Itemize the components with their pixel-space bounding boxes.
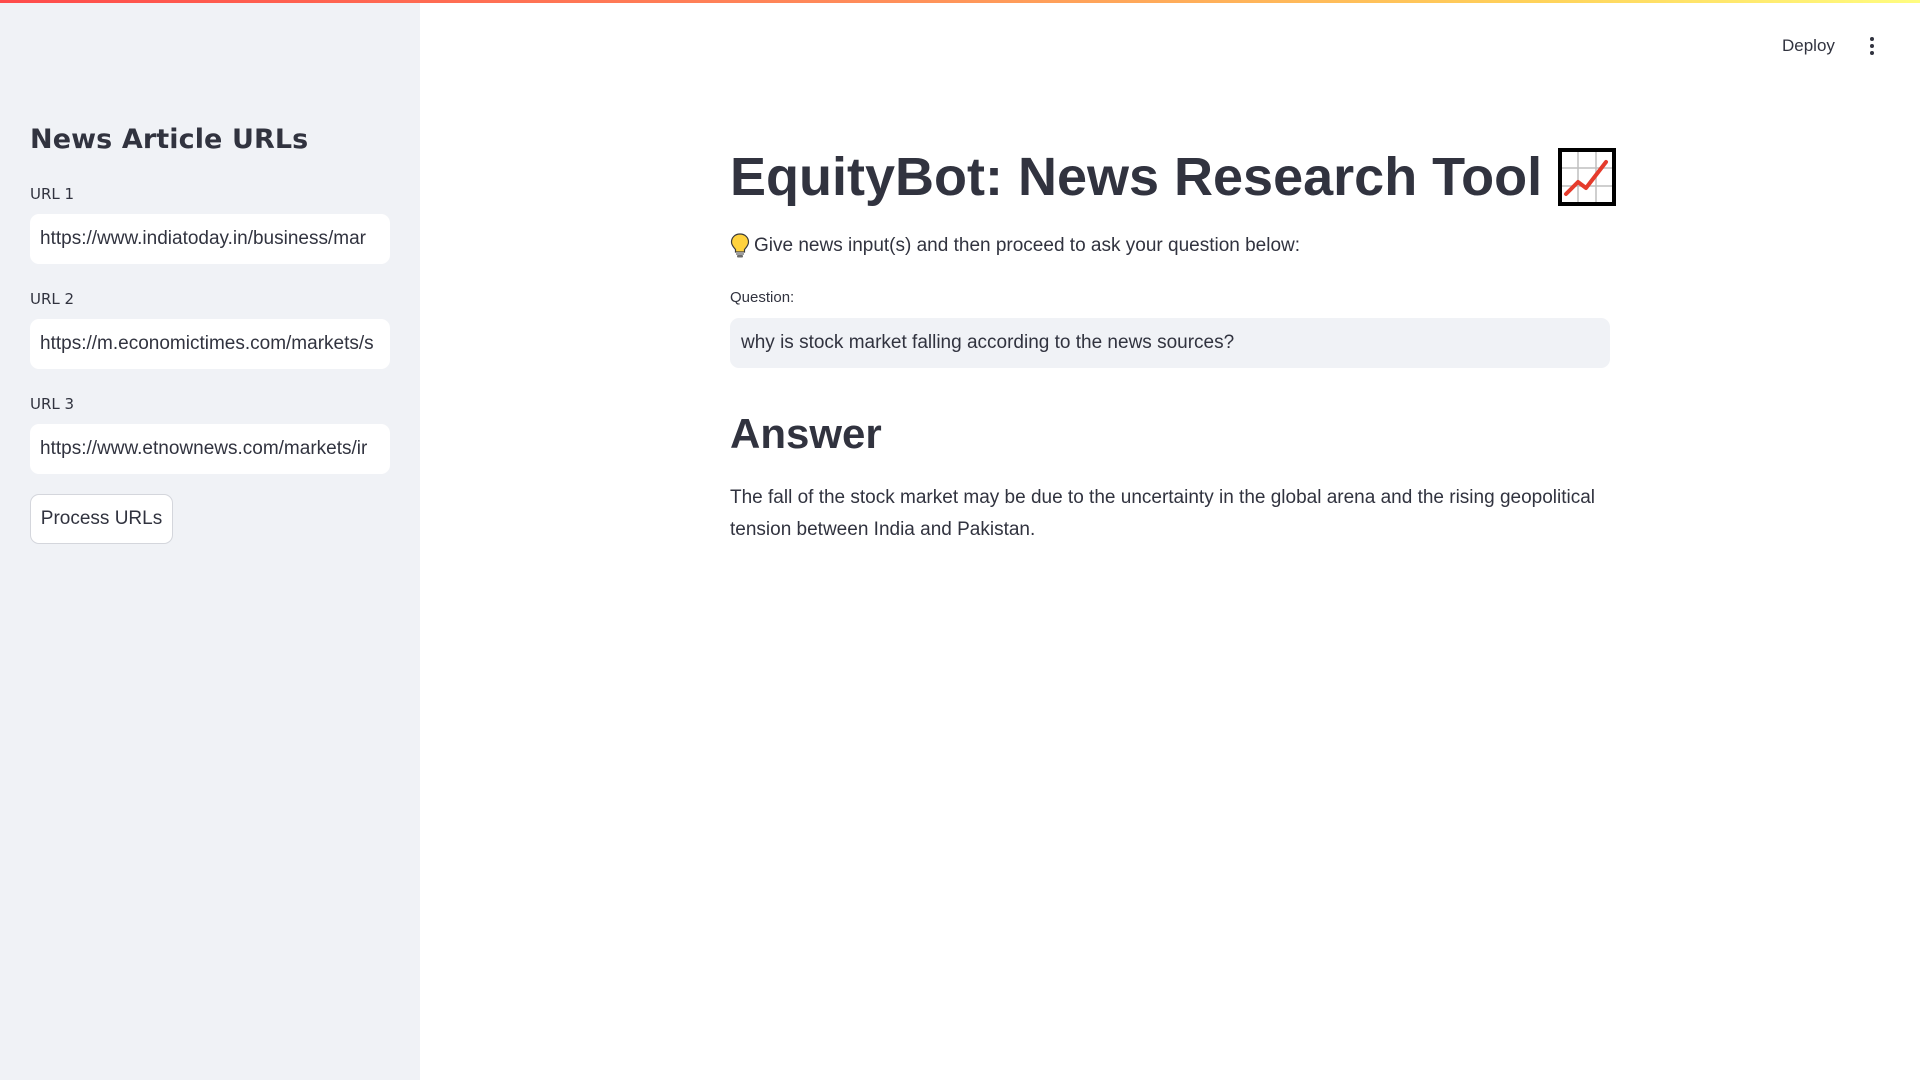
answer-heading: Answer xyxy=(730,410,882,457)
vertical-dots-icon[interactable] xyxy=(1858,30,1886,62)
light-bulb-icon xyxy=(730,233,750,258)
question-label: Question: xyxy=(730,289,795,306)
url-2-label: URL 2 xyxy=(30,290,75,308)
url-1-label: URL 1 xyxy=(30,185,75,203)
answer-text: The fall of the stock market may be due … xyxy=(730,487,1596,540)
intro-text: Give news input(s) and then proceed to a… xyxy=(730,233,1300,259)
deploy-button[interactable]: Deploy xyxy=(1770,30,1847,62)
intro-label: Give news input(s) and then proceed to a… xyxy=(754,235,1301,256)
url-3-input[interactable] xyxy=(30,424,390,474)
question-input[interactable] xyxy=(730,318,1610,368)
url-1-input[interactable] xyxy=(30,214,390,264)
top-decoration-stripe xyxy=(0,0,1920,3)
process-urls-button[interactable]: Process URLs xyxy=(30,494,173,544)
chart-increasing-icon xyxy=(1558,148,1617,206)
url-2-input[interactable] xyxy=(30,319,390,369)
sidebar: News Article URLs URL 1 URL 2 URL 3 Proc… xyxy=(0,0,420,1080)
url-3-label: URL 3 xyxy=(30,395,75,413)
page-title-text: EquityBot: News Research Tool xyxy=(730,147,1543,207)
sidebar-title: News Article URLs xyxy=(30,124,309,155)
page-title: EquityBot: News Research Tool xyxy=(730,146,1617,208)
